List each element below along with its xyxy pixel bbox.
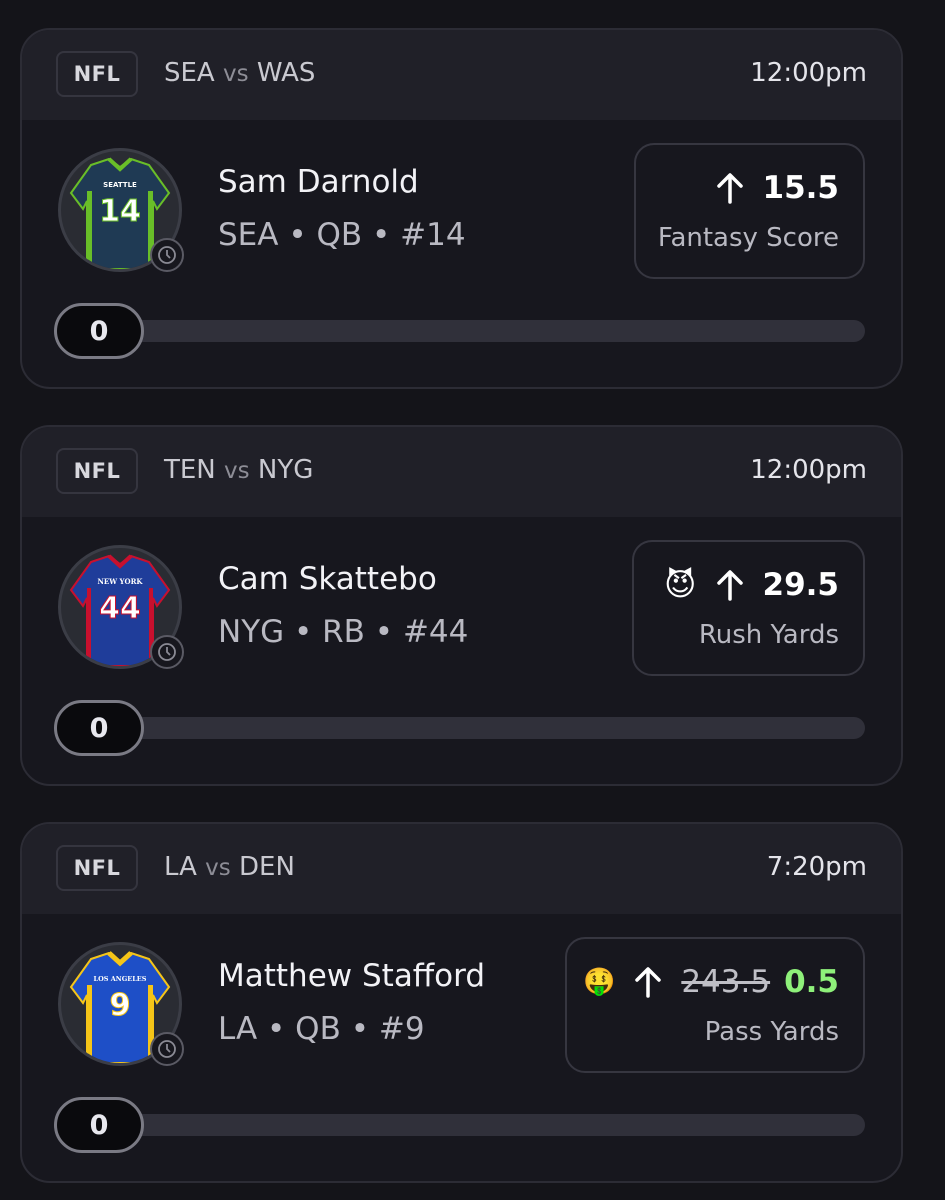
jersey-city: NEW YORK bbox=[97, 577, 143, 586]
team-home: NYG bbox=[257, 455, 314, 485]
prop-line: 0.5 bbox=[784, 964, 839, 1000]
team-away: TEN bbox=[164, 455, 216, 485]
clock-icon bbox=[150, 238, 184, 272]
player-name: Cam Skattebo bbox=[218, 561, 437, 597]
progress-value: 0 bbox=[54, 1097, 144, 1153]
progress-track bbox=[54, 1114, 865, 1136]
player-name: Sam Darnold bbox=[218, 164, 419, 200]
matchup: LA vs DEN bbox=[164, 852, 295, 882]
player-meta: NYG • RB • #44 bbox=[218, 614, 469, 650]
prop-selection[interactable]: 😈 29.5 Rush Yards bbox=[632, 540, 865, 676]
game-time: 7:20pm bbox=[766, 852, 867, 882]
vs-label: vs bbox=[205, 855, 231, 881]
arrow-up-icon bbox=[715, 171, 745, 205]
league-badge: NFL bbox=[56, 448, 138, 494]
matchup: SEA vs WAS bbox=[164, 58, 315, 88]
arrow-up-icon bbox=[715, 568, 745, 602]
devil-emoji-icon: 😈 bbox=[664, 566, 697, 603]
prop-selection[interactable]: 15.5 Fantasy Score bbox=[634, 143, 865, 279]
arrow-up-icon bbox=[633, 965, 663, 999]
progress-value: 0 bbox=[54, 303, 144, 359]
jersey-number: 9 bbox=[110, 988, 131, 1023]
jersey-city: SEATTLE bbox=[103, 181, 137, 189]
pick-card-1[interactable]: NFL SEA vs WAS 12:00pm SEATTLE 14 Sam Da… bbox=[20, 28, 903, 389]
pick-card-2[interactable]: NFL TEN vs NYG 12:00pm NEW YORK 44 Cam S… bbox=[20, 425, 903, 786]
card-header: NFL TEN vs NYG 12:00pm bbox=[22, 427, 901, 517]
prop-line: 15.5 bbox=[762, 170, 840, 206]
player-name: Matthew Stafford bbox=[218, 958, 486, 994]
card-header: NFL SEA vs WAS 12:00pm bbox=[22, 30, 901, 120]
progress-track bbox=[54, 717, 865, 739]
progress-track bbox=[54, 320, 865, 342]
prop-line-row: 🤑 243.5 0.5 bbox=[583, 964, 839, 1000]
prop-line-row: 15.5 bbox=[715, 170, 840, 206]
game-time: 12:00pm bbox=[750, 58, 867, 88]
player-meta: LA • QB • #9 bbox=[218, 1011, 425, 1047]
vs-label: vs bbox=[222, 61, 249, 87]
prop-selection[interactable]: 🤑 243.5 0.5 Pass Yards bbox=[565, 937, 865, 1073]
clock-icon bbox=[150, 1032, 184, 1066]
pick-card-3[interactable]: NFL LA vs DEN 7:20pm LOS ANGELES 9 Matth… bbox=[20, 822, 903, 1183]
matchup: TEN vs NYG bbox=[164, 455, 313, 485]
prop-line-row: 😈 29.5 bbox=[664, 567, 839, 603]
league-badge: NFL bbox=[56, 51, 138, 97]
jersey-number: 14 bbox=[99, 194, 141, 229]
vs-label: vs bbox=[224, 458, 250, 484]
prop-stat: Pass Yards bbox=[704, 1017, 839, 1047]
jersey-number: 44 bbox=[99, 591, 141, 626]
team-away: LA bbox=[164, 852, 197, 882]
jersey-city: LOS ANGELES bbox=[94, 975, 147, 983]
card-header: NFL LA vs DEN 7:20pm bbox=[22, 824, 901, 914]
league-badge: NFL bbox=[56, 845, 138, 891]
team-away: SEA bbox=[164, 58, 215, 88]
prop-line: 29.5 bbox=[762, 567, 840, 603]
money-mouth-emoji-icon: 🤑 bbox=[582, 967, 616, 997]
prop-stat: Rush Yards bbox=[698, 620, 839, 650]
original-line: 243.5 bbox=[681, 964, 771, 1000]
team-home: DEN bbox=[239, 852, 295, 882]
player-meta: SEA • QB • #14 bbox=[218, 217, 466, 253]
prop-stat: Fantasy Score bbox=[657, 223, 839, 253]
progress-value: 0 bbox=[54, 700, 144, 756]
game-time: 12:00pm bbox=[750, 455, 867, 485]
team-home: WAS bbox=[256, 58, 316, 88]
clock-icon bbox=[150, 635, 184, 669]
